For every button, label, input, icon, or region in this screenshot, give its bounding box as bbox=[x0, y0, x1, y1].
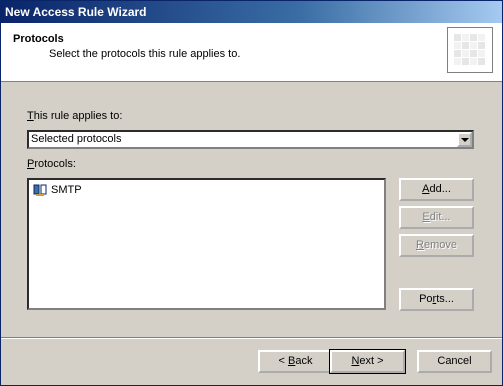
footer-divider bbox=[1, 337, 502, 339]
title-bar[interactable]: New Access Rule Wizard bbox=[1, 1, 502, 23]
applies-to-value: Selected protocols bbox=[31, 133, 122, 145]
wizard-window: New Access Rule Wizard Protocols Select … bbox=[0, 0, 503, 386]
add-button[interactable]: Add... bbox=[399, 178, 474, 201]
applies-to-label: This rule applies to: bbox=[27, 110, 123, 122]
chevron-down-icon[interactable] bbox=[457, 132, 472, 147]
wizard-header: Protocols Select the protocols this rule… bbox=[1, 23, 502, 82]
page-title: Protocols bbox=[13, 33, 64, 45]
applies-to-dropdown[interactable]: Selected protocols bbox=[27, 130, 474, 149]
window-title: New Access Rule Wizard bbox=[5, 5, 147, 19]
next-button[interactable]: Next > bbox=[329, 349, 406, 374]
edit-button[interactable]: Edit... bbox=[399, 206, 474, 229]
ports-button[interactable]: Ports... bbox=[399, 288, 474, 311]
protocols-label: Protocols: bbox=[27, 158, 76, 170]
wizard-header-icon bbox=[447, 27, 493, 73]
protocol-icon bbox=[33, 184, 47, 196]
remove-button[interactable]: Remove bbox=[399, 234, 474, 257]
protocols-listbox[interactable]: SMTP bbox=[27, 178, 386, 310]
back-button[interactable]: < Back bbox=[258, 350, 333, 373]
cancel-button[interactable]: Cancel bbox=[417, 350, 492, 373]
page-subtitle: Select the protocols this rule applies t… bbox=[49, 48, 241, 60]
protocol-name: SMTP bbox=[51, 184, 82, 196]
list-item[interactable]: SMTP bbox=[33, 182, 82, 198]
